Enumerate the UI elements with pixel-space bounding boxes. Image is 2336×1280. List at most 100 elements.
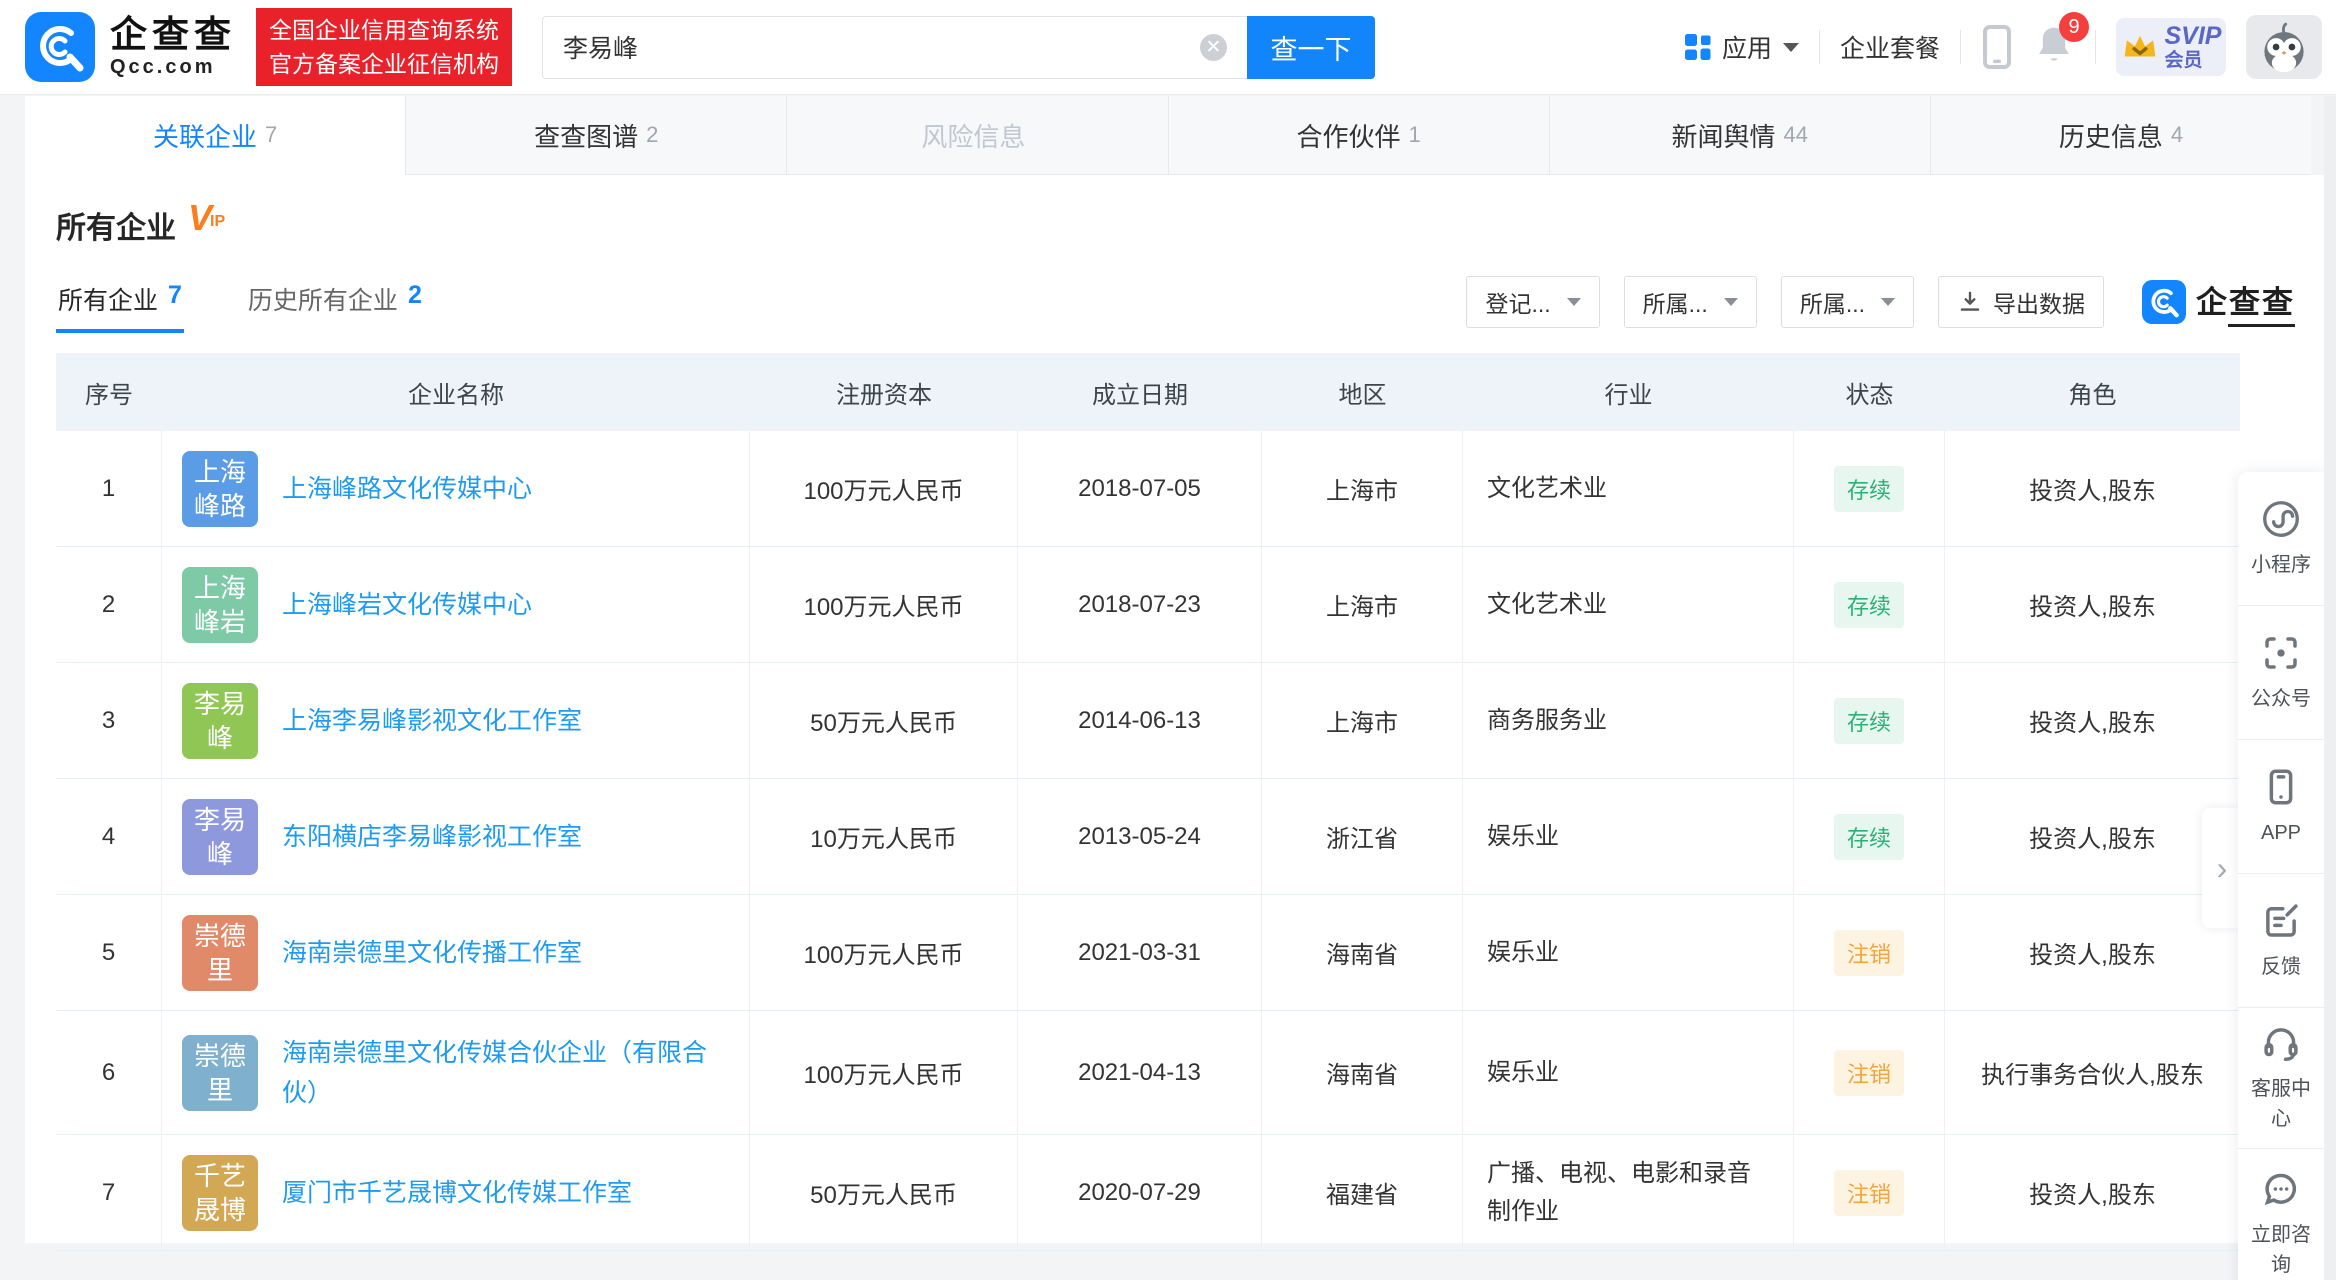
phone-icon xyxy=(1981,24,2013,70)
company-link[interactable]: 海南崇德里文化传播工作室 xyxy=(282,933,582,973)
slogan-badge: 全国企业信用查询系统 官方备案企业征信机构 xyxy=(256,8,512,86)
svip-member-label: 会员 xyxy=(2164,50,2203,71)
section-title: 所有企业 xyxy=(56,212,176,245)
subtab-all-companies[interactable]: 所有企业 7 xyxy=(56,271,184,333)
header-nav: 应用 企业套餐 9 SVIP 会员 xyxy=(1683,12,2322,79)
subtab-history-companies[interactable]: 历史所有企业 2 xyxy=(246,271,424,333)
penguin-mascot xyxy=(2264,22,2304,73)
download-icon xyxy=(1957,289,1983,315)
sidebar-item-official-account[interactable]: 公众号 xyxy=(2238,606,2324,740)
miniprogram-icon xyxy=(2260,498,2302,540)
filter-registration-status[interactable]: 登记... xyxy=(1466,276,1600,328)
table-header: 序号 企业名称 注册资本 成立日期 地区 行业 状态 角色 xyxy=(56,353,2240,431)
table-row: 6 崇德里 海南崇德里文化传媒合伙企业（有限合伙） 100万元人民币 2021-… xyxy=(56,1011,2240,1135)
company-link[interactable]: 上海峰岩文化传媒中心 xyxy=(282,585,532,625)
search-bar: ✕ 查一下 xyxy=(542,15,1375,79)
search-button[interactable]: 查一下 xyxy=(1247,15,1375,79)
divider xyxy=(2095,30,2096,64)
detail-tabs: 关联企业 7 查查图谱 2 风险信息 合作伙伴 1 新闻舆情 44 历史信息 4 xyxy=(25,96,2312,175)
chat-bubble-icon xyxy=(2260,1168,2302,1210)
status-badge: 注销 xyxy=(1833,1169,1904,1216)
company-badge: 崇德里 xyxy=(182,914,258,991)
qrcode-scan-icon xyxy=(2260,632,2302,674)
scrollbar-track[interactable] xyxy=(2324,96,2336,1280)
logo-domain: Qcc.com xyxy=(110,56,216,78)
tab-risk-info[interactable]: 风险信息 xyxy=(787,96,1169,175)
search-input[interactable] xyxy=(542,15,1247,79)
section-title-row: 所有企业 V IP xyxy=(56,175,2295,247)
company-link[interactable]: 上海李易峰影视文化工作室 xyxy=(282,701,582,741)
status-badge: 注销 xyxy=(1833,929,1904,976)
tab-chacha-graph[interactable]: 查查图谱 2 xyxy=(406,96,788,175)
status-badge: 注销 xyxy=(1833,1049,1904,1096)
notification-count-badge: 9 xyxy=(2059,12,2089,42)
chevron-down-icon xyxy=(1723,298,1738,306)
company-badge: 上海峰岩 xyxy=(182,566,258,643)
sidebar-item-miniprogram[interactable]: 小程序 xyxy=(2238,472,2324,606)
status-badge: 存续 xyxy=(1833,813,1904,860)
enterprise-package-link[interactable]: 企业套餐 xyxy=(1840,29,1940,65)
tab-related-companies[interactable]: 关联企业 7 xyxy=(25,96,407,175)
table-row: 7 千艺晟博 厦门市千艺晟博文化传媒工作室 50万元人民币 2020-07-29… xyxy=(56,1135,2240,1251)
status-badge: 存续 xyxy=(1833,465,1904,512)
svip-member-button[interactable]: SVIP 会员 xyxy=(2116,18,2226,76)
chevron-down-icon xyxy=(1881,298,1895,306)
svip-label: SVIP xyxy=(2164,22,2222,50)
user-avatar[interactable] xyxy=(2246,15,2322,79)
floating-sidebar: 小程序 公众号 APP 反馈 客服中心 立即咨询 xyxy=(2238,472,2324,1280)
feedback-icon xyxy=(2260,900,2302,942)
sidebar-item-app[interactable]: APP xyxy=(2238,740,2324,874)
filter-region[interactable]: 所属... xyxy=(1623,276,1757,328)
notifications-button[interactable]: 9 xyxy=(2033,12,2089,70)
export-data-button[interactable]: 导出数据 xyxy=(1938,276,2104,328)
chevron-down-icon xyxy=(1566,298,1581,306)
sidebar-collapse-handle[interactable]: › xyxy=(2202,808,2242,928)
table-row: 2 上海峰岩 上海峰岩文化传媒中心 100万元人民币 2018-07-23 上海… xyxy=(56,547,2240,663)
vip-icon: V IP xyxy=(188,197,226,238)
logo-name: 企查查 xyxy=(110,14,236,55)
apps-label: 应用 xyxy=(1721,35,1772,63)
qcc-logo-icon xyxy=(2142,280,2186,324)
companies-table: 序号 企业名称 注册资本 成立日期 地区 行业 状态 角色 1 上海峰路 上海峰… xyxy=(56,353,2240,1251)
qcc-logo[interactable]: 企查查 Qcc.com xyxy=(25,12,236,82)
company-link[interactable]: 东阳横店李易峰影视工作室 xyxy=(282,817,582,857)
tab-partners[interactable]: 合作伙伴 1 xyxy=(1168,96,1550,175)
company-link[interactable]: 海南崇德里文化传媒合伙企业（有限合伙） xyxy=(282,1033,743,1113)
clear-search-icon[interactable]: ✕ xyxy=(1200,33,1227,61)
mobile-app-button[interactable] xyxy=(1981,24,2013,70)
qcc-logo-icon xyxy=(25,12,95,82)
smartphone-icon xyxy=(2260,766,2302,808)
status-badge: 存续 xyxy=(1833,697,1904,744)
apps-menu[interactable]: 应用 xyxy=(1683,29,1799,65)
company-badge: 千艺晟博 xyxy=(182,1154,258,1231)
table-controls: 所有企业 7 历史所有企业 2 登记... 所属... 所属... 导出数据 企… xyxy=(56,271,2295,333)
headset-icon xyxy=(2260,1022,2302,1064)
status-badge: 存续 xyxy=(1833,581,1904,628)
company-link[interactable]: 厦门市千艺晟博文化传媒工作室 xyxy=(282,1173,632,1213)
table-row: 1 上海峰路 上海峰路文化传媒中心 100万元人民币 2018-07-05 上海… xyxy=(56,431,2240,547)
tab-history-info[interactable]: 历史信息 4 xyxy=(1930,96,2312,175)
filters: 登记... 所属... 所属... 导出数据 企查查 xyxy=(1466,276,2295,328)
sidebar-item-customer-service[interactable]: 客服中心 xyxy=(2238,1008,2324,1149)
company-link[interactable]: 上海峰路文化传媒中心 xyxy=(282,469,532,509)
subtabs: 所有企业 7 历史所有企业 2 xyxy=(56,271,424,333)
slogan-line1: 全国企业信用查询系统 xyxy=(269,17,499,43)
all-companies-panel: 所有企业 V IP 所有企业 7 历史所有企业 2 登记... 所属... 所属… xyxy=(25,175,2326,1251)
qcc-brand-watermark: 企查查 xyxy=(2142,277,2295,327)
slogan-line2: 官方备案企业征信机构 xyxy=(269,51,499,77)
divider xyxy=(1960,30,1961,64)
table-row: 3 李易峰 上海李易峰影视文化工作室 50万元人民币 2014-06-13 上海… xyxy=(56,663,2240,779)
company-badge: 李易峰 xyxy=(182,682,258,759)
divider xyxy=(1818,30,1820,64)
sidebar-item-consult-now[interactable]: 立即咨询 xyxy=(2238,1149,2324,1280)
crown-icon xyxy=(2121,30,2159,64)
tab-news[interactable]: 新闻舆情 44 xyxy=(1549,96,1931,175)
table-row: 4 李易峰 东阳横店李易峰影视工作室 10万元人民币 2013-05-24 浙江… xyxy=(56,779,2240,895)
company-badge: 崇德里 xyxy=(182,1034,258,1111)
company-badge: 上海峰路 xyxy=(182,450,258,527)
apps-grid-icon xyxy=(1683,32,1713,62)
filter-industry[interactable]: 所属... xyxy=(1780,276,1914,328)
sidebar-item-feedback[interactable]: 反馈 xyxy=(2238,874,2324,1008)
chevron-down-icon xyxy=(1782,42,1799,52)
company-badge: 李易峰 xyxy=(182,798,258,875)
